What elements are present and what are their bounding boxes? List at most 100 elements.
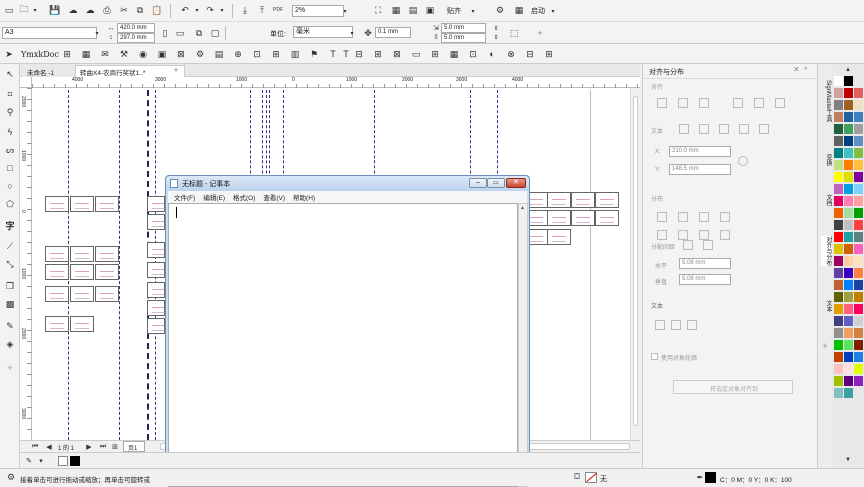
certificate-tile[interactable] xyxy=(147,196,166,212)
black-swatch[interactable] xyxy=(70,456,80,466)
menu-edit[interactable]: 编辑(E) xyxy=(203,192,225,202)
distribute-center-v-icon[interactable] xyxy=(678,230,688,240)
artistic-media-icon[interactable]: ᔕ xyxy=(3,144,17,156)
palette-swatch[interactable] xyxy=(844,388,853,398)
text-a-icon[interactable]: T xyxy=(326,48,340,60)
palette-swatch[interactable] xyxy=(834,208,843,218)
certificate-tile[interactable] xyxy=(70,286,94,302)
palette-swatch[interactable] xyxy=(834,76,843,86)
grid2-icon[interactable]: ▦ xyxy=(447,48,461,60)
interactive-fill-icon[interactable]: ◈ xyxy=(3,338,17,350)
portrait-icon[interactable]: ▯ xyxy=(158,27,172,39)
palette-swatch[interactable] xyxy=(844,364,853,374)
dup-y-spin-icon[interactable]: ⇕ xyxy=(489,31,503,43)
duplicate-x-field[interactable]: 5.0 mm xyxy=(441,23,486,33)
palette-swatch[interactable] xyxy=(854,340,863,350)
palette-swatch[interactable] xyxy=(844,232,853,242)
menu-help[interactable]: 帮助(H) xyxy=(293,192,315,202)
add-docker-tab-icon[interactable]: + xyxy=(818,340,832,352)
palette-swatch[interactable] xyxy=(854,220,863,230)
page-center-icon[interactable] xyxy=(739,124,749,134)
palette-swatch[interactable] xyxy=(854,136,863,146)
palette-swatch[interactable] xyxy=(844,208,853,218)
zoom-tool-icon[interactable]: ⚲ xyxy=(3,106,17,118)
palette-swatch[interactable] xyxy=(844,256,853,266)
palette-swatch[interactable] xyxy=(844,100,853,110)
palette-swatch[interactable] xyxy=(844,268,853,278)
gear-icon[interactable]: ⚙ xyxy=(193,48,207,60)
duplicate-y-field[interactable]: 5.0 mm xyxy=(441,33,486,43)
palette-swatch[interactable] xyxy=(834,100,843,110)
space-v-icon[interactable] xyxy=(703,240,713,250)
palette-swatch[interactable] xyxy=(834,256,843,266)
doc-icon[interactable]: ⊞ xyxy=(60,48,74,60)
tab-untitled-1[interactable]: 未命名 -1 xyxy=(22,65,74,77)
h-spacing-field[interactable]: 5.08 mm xyxy=(679,258,731,269)
flag-icon[interactable]: ⚑ xyxy=(307,48,321,60)
ruler-origin-corner[interactable] xyxy=(20,77,32,88)
palette-swatch[interactable] xyxy=(854,232,863,242)
snap-to-menu[interactable]: 贴齐 xyxy=(447,6,461,16)
zoom-level-field[interactable]: 2% xyxy=(292,5,344,17)
zoom-dropdown-icon[interactable]: ▾ xyxy=(338,5,352,17)
export-pdf-icon[interactable]: PDF xyxy=(271,4,285,16)
cut-icon[interactable]: ✂ xyxy=(117,4,131,16)
palette-swatch[interactable] xyxy=(834,244,843,254)
all-pages-icon[interactable]: ⧉ xyxy=(192,27,206,39)
landscape-icon[interactable]: ▭ xyxy=(173,27,187,39)
x-box-icon[interactable]: ⊠ xyxy=(390,48,404,60)
save-icon[interactable]: 💾 xyxy=(48,4,62,16)
target-point-icon[interactable] xyxy=(738,156,748,166)
redo-dropdown-icon[interactable]: ▾ xyxy=(215,4,229,16)
palette-swatch[interactable] xyxy=(834,340,843,350)
certificate-tile[interactable] xyxy=(147,262,166,278)
palette-swatch[interactable] xyxy=(844,136,853,146)
certificate-tile[interactable] xyxy=(595,210,619,226)
palette-swatch[interactable] xyxy=(854,196,863,206)
certificate-tile[interactable] xyxy=(70,246,94,262)
palette-swatch[interactable] xyxy=(834,328,843,338)
docker-expand-icon[interactable]: » xyxy=(804,66,807,72)
units-select[interactable]: 毫米 xyxy=(293,26,353,38)
undo-dropdown-icon[interactable]: ▾ xyxy=(190,4,204,16)
page-edge-icon[interactable] xyxy=(719,124,729,134)
snap-dropdown-icon[interactable]: ▾ xyxy=(466,5,480,17)
table-icon[interactable]: ⊞ xyxy=(269,48,283,60)
certificate-tile[interactable] xyxy=(45,264,69,280)
certificate-tile[interactable] xyxy=(147,318,166,334)
palette-swatch[interactable] xyxy=(844,280,853,290)
palette-swatch[interactable] xyxy=(844,172,853,182)
menu-view[interactable]: 查看(V) xyxy=(263,192,285,202)
vertical-ruler[interactable]: 2000 1000 0 1000 2000 3000 xyxy=(20,88,32,440)
certificate-tile[interactable] xyxy=(147,214,166,230)
palette-swatch[interactable] xyxy=(854,160,863,170)
palette-swatch[interactable] xyxy=(844,340,853,350)
copy-icon[interactable]: ⧉ xyxy=(133,4,147,16)
certificate-tile[interactable] xyxy=(547,192,571,208)
align-center-v-icon[interactable] xyxy=(754,98,764,108)
palette-swatch[interactable] xyxy=(844,124,853,134)
grid-icon[interactable]: ▦ xyxy=(79,48,93,60)
align-center-h-icon[interactable] xyxy=(678,98,688,108)
fill-none-swatch[interactable] xyxy=(585,472,597,483)
shape-tool-icon[interactable]: ↖ xyxy=(3,68,17,80)
half-circle-icon[interactable]: ◐ xyxy=(485,48,499,60)
palette-swatch[interactable] xyxy=(844,376,853,386)
pick-tool-icon[interactable]: ➤ xyxy=(2,48,16,60)
no-color-swatch[interactable] xyxy=(58,456,68,466)
target-icon[interactable]: ◉ xyxy=(136,48,150,60)
palette-scroll-down-icon[interactable]: ▼ xyxy=(841,454,855,466)
palette-swatch[interactable] xyxy=(834,124,843,134)
menu-file[interactable]: 文件(F) xyxy=(174,192,195,202)
page-tab-1[interactable]: 页1 xyxy=(123,441,145,452)
palette-swatch[interactable] xyxy=(854,280,863,290)
active-object-icon[interactable] xyxy=(679,124,689,134)
list-icon[interactable]: ▤ xyxy=(212,48,226,60)
certificate-tile[interactable] xyxy=(70,264,94,280)
certificate-tile[interactable] xyxy=(571,192,595,208)
palette-swatch[interactable] xyxy=(844,112,853,122)
certificate-tile[interactable] xyxy=(147,242,166,258)
show-guides-icon[interactable]: ▣ xyxy=(423,4,437,16)
palette-swatch[interactable] xyxy=(854,304,863,314)
certificate-tile[interactable] xyxy=(547,210,571,226)
